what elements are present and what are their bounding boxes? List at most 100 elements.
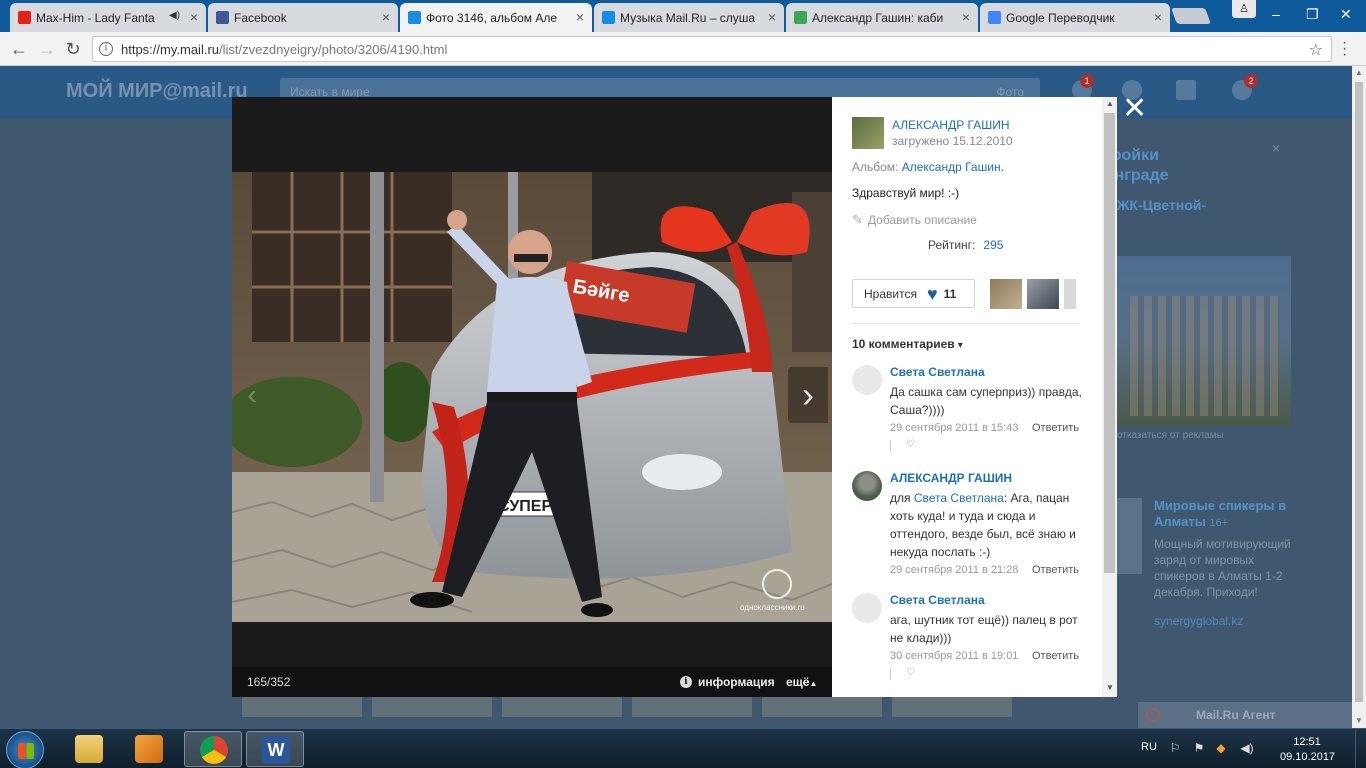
tab-photo[interactable]: Фото 3146, альбом Але × [400,3,592,32]
network-icon[interactable]: ⚐ [1168,741,1182,755]
author-avatar[interactable] [852,117,884,149]
ad-link: .ru/ЖК-Цветной- ар [1095,197,1207,231]
reply-link[interactable]: Ответить [1032,422,1079,434]
mention-link[interactable]: Света Светлана [914,491,1004,505]
forward-icon[interactable]: → [36,38,58,60]
more-label: ещё [786,675,810,689]
input-language[interactable]: RU [1141,741,1157,753]
page-scrollbar[interactable]: ▲ ▼ [1352,66,1366,728]
reply-link[interactable]: Ответить [1032,650,1079,662]
fox-icon[interactable]: ◆ [1214,741,1228,755]
show-desktop-button[interactable] [1355,729,1366,768]
photo-info-panel: АЛЕКСАНДР ГАШИН загружено 15.12.2010 Аль… [832,97,1117,697]
profile-icon[interactable]: ♙ [1232,0,1256,18]
divider [890,668,891,680]
url-text[interactable]: https://my.mail.ru/list/zvezdnyeigry/pho… [121,42,447,57]
tab-music[interactable]: Музыка Mail.Ru – слуша × [594,3,784,32]
reply-link[interactable]: Ответить [1032,564,1079,576]
games-badge: 2 [1244,74,1258,88]
notifications-badge: 1 [1080,74,1094,88]
url-path: /list/zvezdnyeigry/photo/3206/4190.html [219,42,448,57]
photo-svg: СУПЕР Бәйге одноклассники.ru [232,172,832,622]
close-icon[interactable]: × [576,9,584,25]
start-button[interactable] [6,731,44,768]
thumbnail-strip [242,697,1012,717]
site-info-icon[interactable]: i [99,42,113,56]
taskbar-chrome[interactable] [184,731,242,767]
add-description-label: Добавить описание [867,213,977,227]
tab-cabinet[interactable]: Александр Гашин: каби × [786,3,978,32]
commenter-name[interactable]: АЛЕКСАНДР ГАШИН [890,471,1012,485]
taskbar-explorer[interactable] [60,731,118,767]
comment-text: для Света Светлана: Ага, пацан хоть куда… [890,489,1088,561]
scroll-down-icon[interactable]: ▼ [1106,683,1114,692]
close-icon[interactable]: × [962,9,970,25]
scrollbar-thumb[interactable] [1355,82,1363,702]
chrome-icon [200,736,228,764]
commenter-name[interactable]: Света Светлана [890,365,985,379]
upload-date: загружено 15.12.2010 [892,134,1013,148]
info-link[interactable]: i информация [680,675,775,689]
speaker-icon[interactable]: ◀) [169,10,180,21]
more-link[interactable]: ещё▲ [786,675,817,689]
commenter-name[interactable]: Света Светлана [890,593,985,607]
liker-avatar[interactable] [990,279,1022,309]
url-host: https://my.mail.ru [121,42,220,57]
tab-translate[interactable]: Google Переводчик × [980,3,1170,32]
commenter-avatar[interactable] [852,471,882,501]
ad2-age: 16+ [1209,517,1229,529]
close-icon[interactable]: × [382,9,390,25]
tab-title: Google Переводчик [1006,10,1115,25]
add-description-link[interactable]: ✎ Добавить описание [852,212,977,228]
maximize-icon[interactable]: ❐ [1306,6,1319,23]
comments-title[interactable]: 10 комментариев ▾ [852,337,963,351]
close-icon[interactable]: × [190,9,198,25]
album-label: Альбом: [852,160,899,174]
comment-date: 29 сентября 2011 в 15:43 [890,422,1019,434]
window-close-icon[interactable]: ✕ [1340,6,1352,23]
close-viewer-icon[interactable]: ✕ [1122,94,1147,124]
like-button[interactable]: Нравится ♥ 11 [852,279,975,308]
liker-avatar[interactable] [1064,279,1076,309]
taskbar-media-player[interactable] [120,731,178,767]
next-photo-arrow-icon[interactable]: › [788,367,828,423]
panel-scrollbar[interactable]: ▲ ▼ [1102,97,1117,697]
new-tab-button[interactable] [1171,8,1211,24]
close-icon[interactable]: × [768,9,776,25]
photo-counter: 165/352 [247,675,291,689]
tab-youtube[interactable]: Max-Him - Lady Fanta ◀) × [10,3,206,32]
flag-icon[interactable]: ⚑ [1192,741,1206,755]
agent-icon [1146,708,1160,722]
viewer-footer: 165/352 i информация ещё▲ [232,667,832,697]
photo-caption: Здравствуй мир! :-) [852,186,960,200]
comment-like-icon[interactable]: ♡ [906,439,915,450]
back-icon[interactable]: ← [8,38,30,60]
taskbar-word[interactable]: W [246,731,304,767]
scroll-up-icon[interactable]: ▲ [1355,68,1363,77]
tab-facebook[interactable]: Facebook × [208,3,398,32]
clock[interactable]: 12:51 09.10.2017 [1280,735,1335,765]
commenter-avatar[interactable] [852,365,882,395]
author-name[interactable]: АЛЕКСАНДР ГАШИН [892,118,1010,132]
bookmark-star-icon[interactable]: ☆ [1309,40,1323,60]
scroll-up-icon[interactable]: ▲ [1106,99,1114,108]
rating-value[interactable]: 295 [983,238,1003,252]
mailru-icon [408,11,421,24]
reload-icon[interactable]: ↻ [62,38,84,60]
commenter-avatar[interactable] [852,593,882,623]
comments-count: 10 комментариев [852,337,955,351]
previous-photo-arrow-icon[interactable]: ‹ [232,367,272,423]
ad-title: стройки нинграде [1095,147,1169,184]
address-bar[interactable]: i https://my.mail.ru/list/zvezdnyeigry/p… [92,36,1332,62]
close-icon[interactable]: × [1154,9,1162,25]
windows-taskbar: W RU ⚐ ⚑ ◆ ◀) 12:51 09.10.2017 [0,728,1366,768]
minimize-icon[interactable]: – [1272,6,1280,22]
album-link[interactable]: Александр Гашин. [902,160,1004,174]
liker-avatar[interactable] [1027,279,1059,309]
browser-menu-icon[interactable]: · · · [1342,35,1347,63]
scroll-down-icon[interactable]: ▼ [1355,716,1363,725]
volume-icon[interactable]: ◀) [1240,741,1254,755]
photo-image[interactable]: СУПЕР Бәйге одноклассники.ru [232,172,832,622]
panel-scrollbar-thumb[interactable] [1104,113,1115,573]
comment-like-icon[interactable]: ♡ [906,667,915,678]
